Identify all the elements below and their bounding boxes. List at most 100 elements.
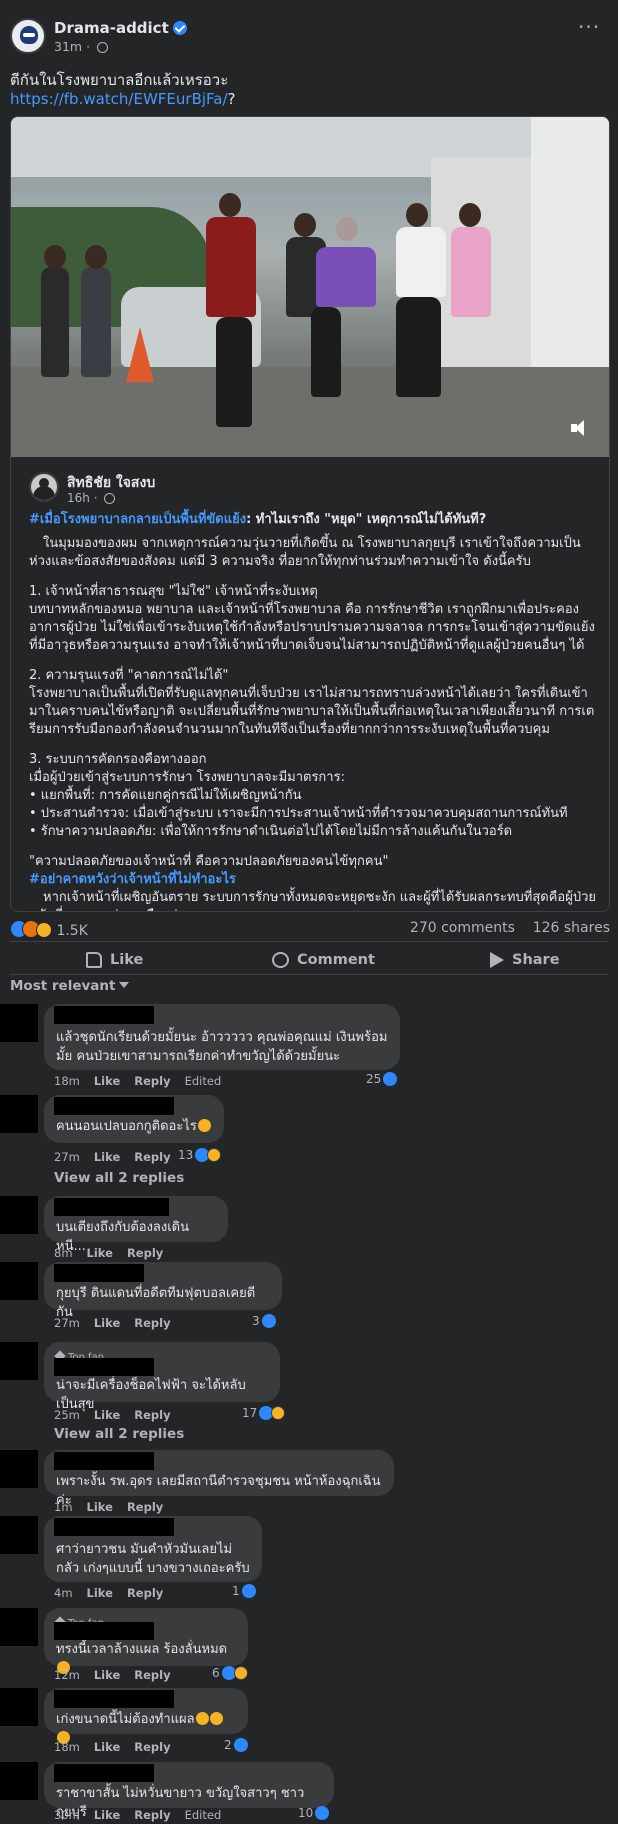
commenter-avatar[interactable] [0, 1262, 38, 1300]
comment-time[interactable]: 12m [54, 1668, 80, 1682]
thumbs-up-icon [86, 952, 102, 968]
comment-meta: 12m Like Reply [54, 1668, 185, 1682]
comment-reaction-count[interactable]: 2 [224, 1738, 248, 1752]
point1-title: 1. เจ้าหน้าที่สาธารณสุข "ไม่ใช่" เจ้าหน้… [29, 584, 318, 599]
share-count[interactable]: 126 shares [533, 920, 610, 936]
laughing-emoji-icon [209, 1712, 223, 1725]
share-button[interactable]: Share [490, 945, 560, 975]
comment-meta: 18m Like Reply [54, 1740, 185, 1754]
comment-time[interactable]: 27m [54, 1150, 80, 1164]
comment-reaction-count[interactable]: 10 [298, 1806, 330, 1820]
comment-like-button[interactable]: Like [94, 1808, 120, 1822]
point1-body: บทบาทหลักของหมอ พยาบาล และเจ้าหน้าที่โรง… [29, 602, 595, 653]
comment-reply-button[interactable]: Reply [127, 1246, 163, 1260]
commenter-avatar[interactable] [0, 1450, 38, 1488]
reaction-number: 17 [242, 1406, 258, 1420]
reaction-number: 6 [212, 1666, 220, 1680]
comment-reply-button[interactable]: Reply [134, 1668, 170, 1682]
comment-icon [272, 952, 289, 968]
share-label: Share [512, 952, 560, 968]
comment-like-button[interactable]: Like [94, 1408, 120, 1422]
comment-time[interactable]: 30m [54, 1808, 80, 1822]
haha-reaction-icon [36, 922, 52, 938]
page-name[interactable]: Drama-addict [54, 19, 169, 37]
mute-icon[interactable] [569, 417, 591, 439]
comment-reaction-count[interactable]: 6 [212, 1666, 248, 1680]
view-replies-link[interactable]: View all 2 replies [54, 1426, 184, 1442]
hashtag-link[interactable]: #อย่าคาดหวังว่าเจ้าหน้าที่ไม่ทำอะไร [29, 871, 599, 889]
comment-reply-button[interactable]: Reply [127, 1586, 163, 1600]
reaction-number: 13 [178, 1148, 194, 1162]
comment-text-content: คนนอนเปลบอกกูติดอะไร [56, 1119, 197, 1134]
shared-post-card[interactable]: สิทธิชัย ใจสงบ 16h · #เมื่อโรงพยาบาลกลาย… [10, 116, 610, 912]
comment-time[interactable]: 18m [54, 1740, 80, 1754]
like-reaction-icon [261, 1314, 276, 1328]
comment-reaction-count[interactable]: 17 [242, 1406, 286, 1420]
post-time[interactable]: 31m [54, 39, 82, 54]
author-avatar[interactable] [29, 472, 59, 502]
comment-time[interactable]: 18m [54, 1074, 80, 1088]
reaction-summary[interactable]: 1.5K [10, 920, 88, 939]
comment-meta: 30m Like Reply Edited [54, 1808, 235, 1822]
comment-reply-button[interactable]: Reply [134, 1740, 170, 1754]
comment-reaction-count[interactable]: 3 [252, 1314, 276, 1328]
commenter-avatar[interactable] [0, 1688, 38, 1726]
reaction-number: 25 [366, 1072, 382, 1086]
comment-count[interactable]: 270 comments [410, 920, 515, 936]
author-meta: 16h · [67, 491, 116, 505]
commenter-avatar[interactable] [0, 1516, 38, 1554]
comment-like-button[interactable]: Like [94, 1316, 120, 1330]
commenter-avatar[interactable] [0, 1608, 38, 1646]
comment-reaction-count[interactable]: 13 [178, 1148, 222, 1162]
comment-text: คนนอนเปลบอกกูติดอะไร [56, 1117, 212, 1136]
commenter-avatar[interactable] [0, 1196, 38, 1234]
comment-reply-button[interactable]: Reply [134, 1074, 170, 1088]
like-button[interactable]: Like [86, 945, 143, 975]
verified-badge-icon [172, 21, 187, 35]
headline-text: : ทำไมเราถึง "หยุด" เหตุการณ์ไม่ได้ทันที… [246, 512, 487, 527]
hashtag-link[interactable]: #เมื่อโรงพยาบาลกลายเป็นพื้นที่ขัดแย้ง [29, 512, 246, 527]
comment-reaction-count[interactable]: 25 [366, 1072, 398, 1086]
comment-sort-dropdown[interactable]: Most relevant [10, 978, 130, 994]
post-link-line: https://fb.watch/EWFEurBjFa/? [10, 90, 236, 108]
post-link[interactable]: https://fb.watch/EWFEurBjFa/ [10, 90, 228, 108]
comment-like-button[interactable]: Like [94, 1740, 120, 1754]
commenter-avatar[interactable] [0, 1762, 38, 1800]
page-name-line[interactable]: Drama-addict [54, 19, 187, 37]
comment-reply-button[interactable]: Reply [134, 1808, 170, 1822]
haha-reaction-icon [233, 1666, 248, 1680]
commenter-avatar[interactable] [0, 1095, 38, 1133]
reaction-number: 3 [252, 1314, 260, 1328]
page-avatar[interactable] [10, 18, 46, 54]
comment-like-button[interactable]: Like [94, 1150, 120, 1164]
point2-body: โรงพยาบาลเป็นพื้นที่เปิดที่รับดูแลทุกคนท… [29, 686, 595, 737]
comment-time[interactable]: 27m [54, 1316, 80, 1330]
comment-like-button[interactable]: Like [87, 1246, 113, 1260]
commenter-avatar[interactable] [0, 1342, 38, 1380]
comment-time[interactable]: 4m [54, 1586, 73, 1600]
comment-reply-button[interactable]: Reply [134, 1408, 170, 1422]
comment-like-button[interactable]: Like [94, 1668, 120, 1682]
comment-reply-button[interactable]: Reply [134, 1150, 170, 1164]
author-time[interactable]: 16h [67, 491, 90, 505]
comment-time[interactable]: 8m [54, 1246, 73, 1260]
comment-text-content: ทรงนี้เวลาล้างแผล ร้องลั่นหมด [56, 1642, 228, 1657]
intro-text: ในมุมมองของผม จากเหตุการณ์ความวุ่นวายที่… [29, 536, 581, 569]
comment-like-button[interactable]: Like [87, 1586, 113, 1600]
comment-like-button[interactable]: Like [87, 1500, 113, 1514]
view-replies-link[interactable]: View all 2 replies [54, 1170, 184, 1186]
comment-button[interactable]: Comment [272, 945, 375, 975]
comment-time[interactable]: 1m [54, 1500, 73, 1514]
comment-reply-button[interactable]: Reply [127, 1500, 163, 1514]
comment-like-button[interactable]: Like [94, 1074, 120, 1088]
post-text: ตีกันในโรงพยาบาลอีกแล้วเหรอวะ [10, 71, 229, 89]
share-arrow-icon [490, 952, 504, 968]
bullet-item: • แยกพื้นที่: การคัดแยกคู่กรณีไม่ให้เผชิ… [29, 788, 302, 803]
video-player[interactable] [11, 117, 609, 457]
commenter-avatar[interactable] [0, 1004, 38, 1042]
sort-label: Most relevant [10, 978, 116, 994]
comment-reaction-count[interactable]: 1 [232, 1584, 256, 1598]
more-options-icon[interactable]: ··· [578, 17, 608, 40]
comment-reply-button[interactable]: Reply [134, 1316, 170, 1330]
comment-time[interactable]: 25m [54, 1408, 80, 1422]
